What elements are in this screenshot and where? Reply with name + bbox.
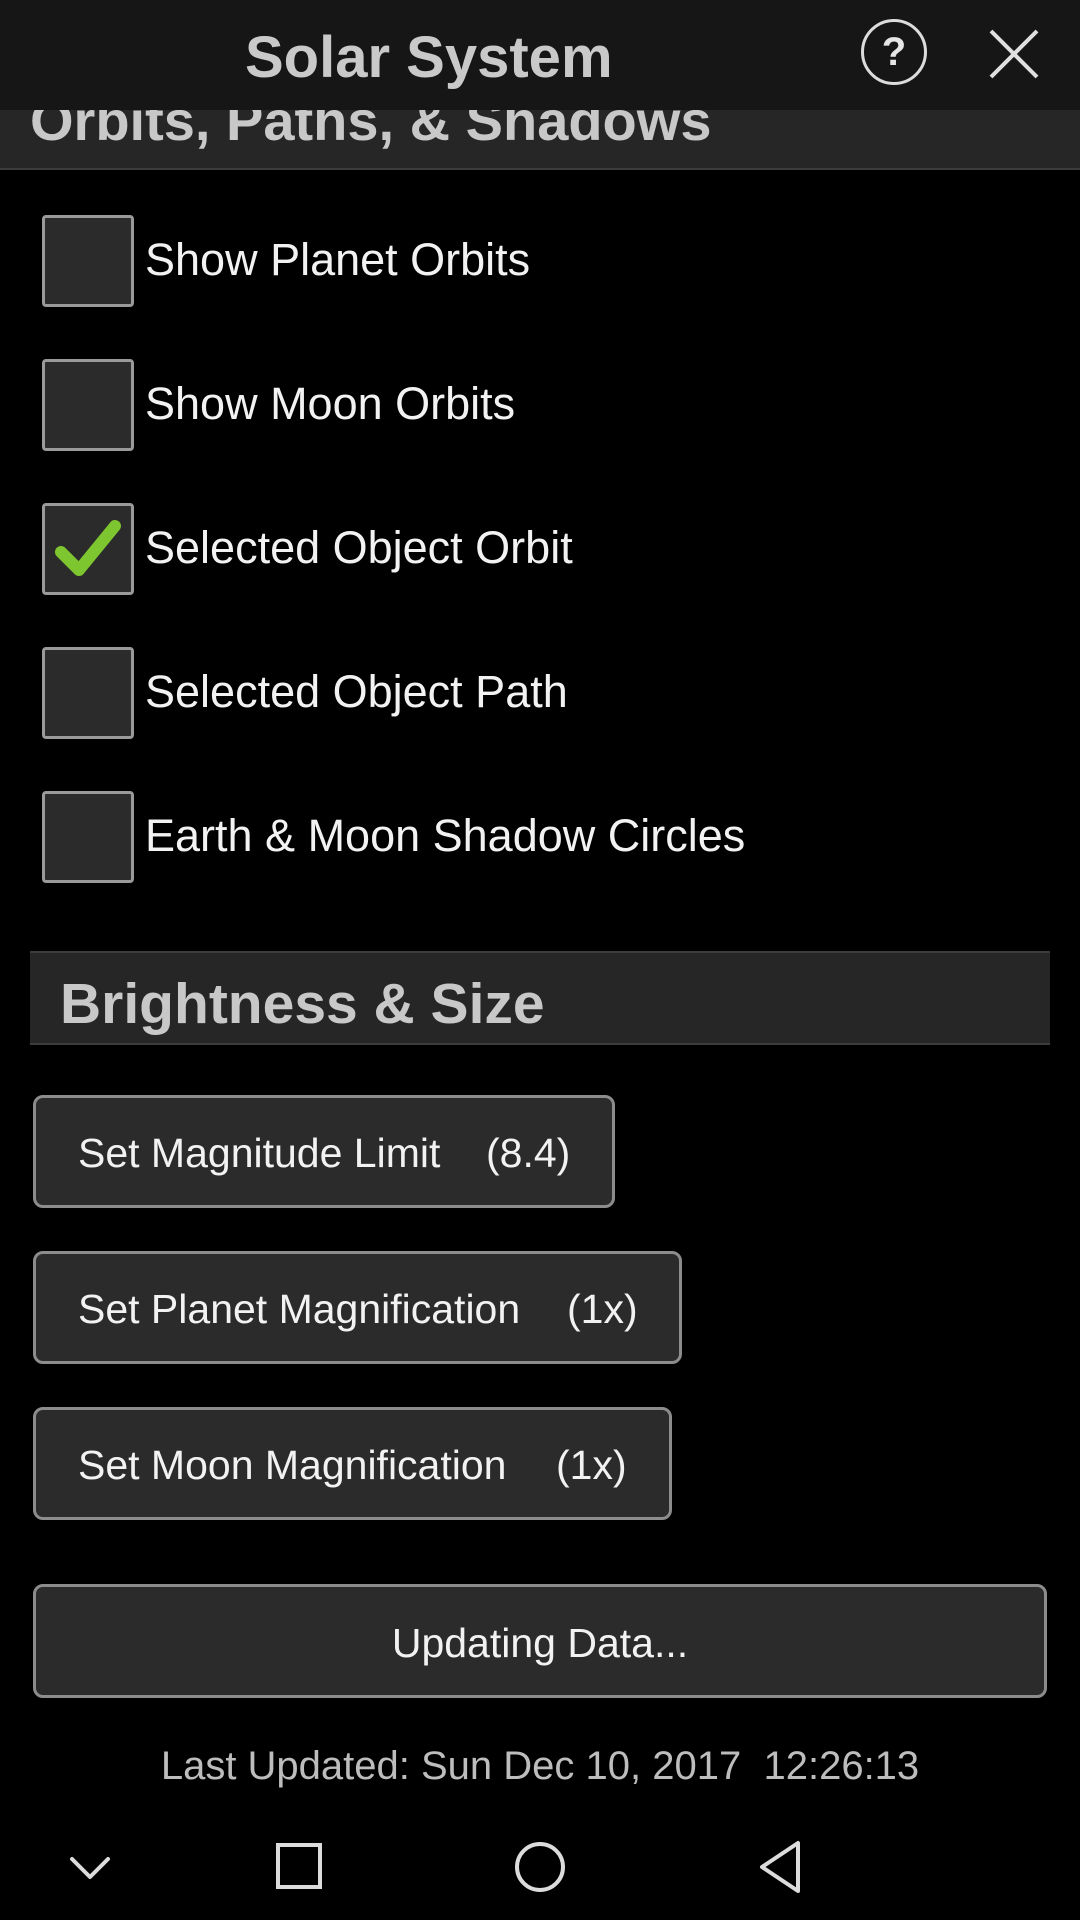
button-value: (1x) [567,1286,638,1332]
nav-back-button[interactable] [750,1835,814,1899]
checkmark-icon [55,520,121,576]
nav-recents-button[interactable] [268,1835,332,1899]
button-label: Updating Data... [391,1620,689,1666]
set-moon-magnification-button[interactable]: Set Moon Magnification (1x) [33,1407,672,1520]
checkbox-planet-orbits[interactable] [42,215,134,307]
nav-home-button[interactable] [508,1835,572,1899]
checkbox-selected-path[interactable] [42,647,134,739]
chevron-down-icon [70,1857,110,1879]
checkbox-shadow-circles[interactable] [42,791,134,883]
checkbox-row-planet-orbits[interactable]: Show Planet Orbits [0,212,1080,312]
button-value: (1x) [556,1442,627,1488]
help-button[interactable]: ? [861,19,927,85]
checkbox-row-moon-orbits[interactable]: Show Moon Orbits [0,356,1080,456]
checkbox-label: Show Moon Orbits [145,378,516,429]
page-title: Solar System [245,25,613,90]
section-title-brightness: Brightness & Size [60,972,545,1036]
set-magnitude-limit-button[interactable]: Set Magnitude Limit (8.4) [33,1095,615,1208]
close-icon [989,29,1039,79]
navigation-bar [0,1805,1080,1920]
set-planet-magnification-button[interactable]: Set Planet Magnification (1x) [33,1251,682,1364]
button-label: Set Planet Magnification [78,1286,521,1332]
button-label: Set Magnitude Limit [78,1130,441,1176]
checkbox-row-selected-orbit[interactable]: Selected Object Orbit [0,500,1080,600]
checkbox-label: Earth & Moon Shadow Circles [145,810,746,861]
nav-collapse-button[interactable] [58,1835,122,1899]
button-value: (8.4) [486,1130,571,1176]
section-header-brightness: Brightness & Size [30,951,1050,1045]
checkbox-row-selected-path[interactable]: Selected Object Path [0,644,1080,744]
checkbox-label: Show Planet Orbits [145,234,531,285]
last-updated-text: Last Updated: Sun Dec 10, 2017 12:26:13 [160,1744,920,1788]
update-data-button[interactable]: Updating Data... [33,1584,1047,1698]
home-icon [515,1842,565,1892]
checkbox-label: Selected Object Path [145,666,568,717]
checkbox-row-shadow-circles[interactable]: Earth & Moon Shadow Circles [0,788,1080,888]
back-icon [760,1841,800,1893]
checkbox-label: Selected Object Orbit [145,522,573,573]
checkbox-selected-orbit[interactable] [42,503,134,595]
button-label: Set Moon Magnification [78,1442,507,1488]
close-button[interactable] [988,28,1040,80]
top-bar: Solar System ? [0,0,1080,112]
recents-icon [276,1843,322,1889]
checkbox-moon-orbits[interactable] [42,359,134,451]
section-title-orbits: Orbits, Paths, & Shadows [30,110,712,152]
section-header-orbits: Orbits, Paths, & Shadows [0,110,1080,170]
